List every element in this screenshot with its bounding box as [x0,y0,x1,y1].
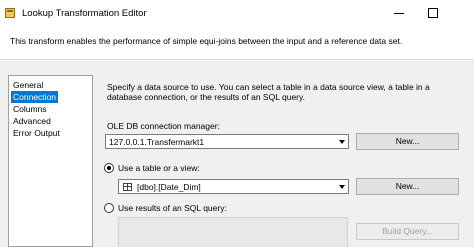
nav-item-advanced[interactable]: Advanced [11,115,53,127]
header-band: This transform enables the performance o… [0,26,474,60]
connection-manager-value: 127.0.0.1.Transfermarkt1 [109,137,205,147]
window-title: Lookup Transformation Editor [22,8,147,19]
nav-item-error-output[interactable]: Error Output [11,127,62,139]
connection-manager-combo[interactable]: 127.0.0.1.Transfermarkt1 [105,134,349,149]
build-query-button[interactable]: Build Query... [356,223,459,240]
table-combo[interactable]: [dbo].[Date_Dim] [118,179,349,194]
table-value: [dbo].[Date_Dim] [137,182,201,192]
header-description: This transform enables the performance o… [10,36,403,46]
sql-query-textbox[interactable] [118,217,348,247]
new-connection-button[interactable]: New... [356,133,459,150]
nav-item-connection[interactable]: Connection [11,91,59,103]
minimize-button[interactable] [384,4,414,22]
new-table-button[interactable]: New... [356,178,459,195]
connection-manager-label: OLE DB connection manager: [107,121,220,131]
nav-item-columns[interactable]: Columns [11,103,49,115]
title-bar: Lookup Transformation Editor [0,0,474,26]
use-sql-radio[interactable] [104,203,114,213]
content-area: General Connection Columns Advanced Erro… [0,61,474,247]
connection-instructions: Specify a data source to use. You can se… [107,82,430,102]
use-table-label: Use a table or a view: [118,163,200,173]
use-table-radio[interactable] [104,163,114,173]
chevron-down-icon [339,140,345,144]
table-icon [123,183,132,191]
nav-list[interactable]: General Connection Columns Advanced Erro… [8,75,93,247]
chevron-down-icon [339,185,345,189]
nav-item-general[interactable]: General [11,79,45,91]
maximize-button[interactable] [418,4,448,22]
use-sql-label: Use results of an SQL query: [118,203,227,213]
app-icon [5,8,15,18]
